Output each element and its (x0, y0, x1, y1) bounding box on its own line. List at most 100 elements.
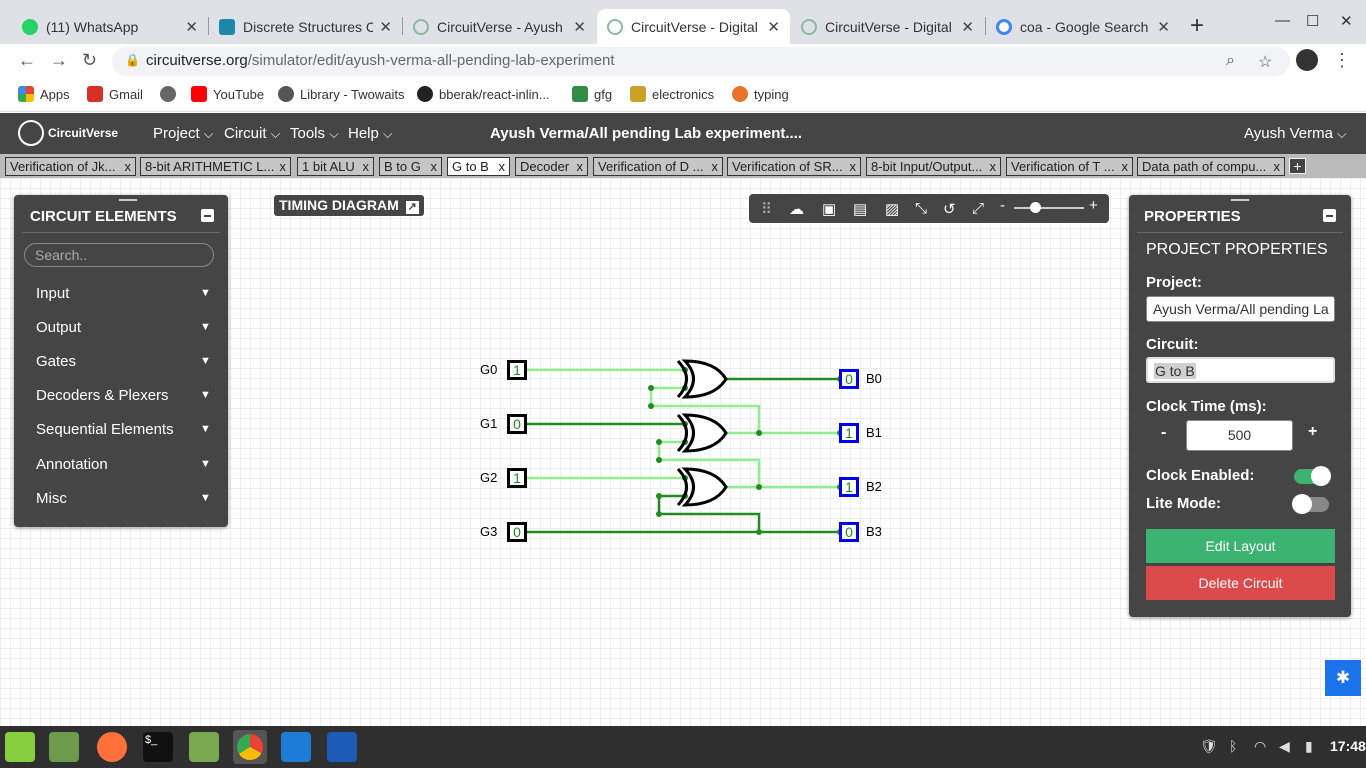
lite-mode-toggle[interactable] (1292, 494, 1329, 514)
fullscreen-icon[interactable]: ⤢ (972, 200, 984, 217)
close-icon[interactable]: x (990, 159, 997, 174)
bookmark-youtube[interactable]: YouTube (191, 86, 264, 102)
circuit-tab[interactable]: 1 bit ALU x (297, 157, 374, 176)
volume-icon[interactable]: ◀ (1279, 738, 1290, 755)
close-tab-icon[interactable]: ✕ (379, 18, 392, 36)
bookmark-gmail[interactable]: Gmail (87, 86, 143, 102)
circuitverse-logo[interactable]: CircuitVerse (18, 120, 118, 146)
close-icon[interactable]: x (1274, 159, 1281, 174)
menu-circuit[interactable]: Circuit ⌵ (224, 125, 280, 142)
close-icon[interactable]: x (363, 159, 370, 174)
browser-tab-whatsapp[interactable]: (11) WhatsApp ✕ (12, 9, 208, 44)
bookmark-electronics[interactable]: electronics (630, 86, 714, 102)
zoom-in-button[interactable]: + (1089, 197, 1098, 214)
bookmark-globe[interactable] (160, 86, 182, 102)
input-toggle-g3[interactable]: 0 (507, 522, 527, 542)
category-decoders-plexers[interactable]: Decoders & Plexers (36, 387, 169, 404)
clock-decrement-button[interactable]: - (1161, 424, 1166, 442)
delete-icon[interactable]: ▤ (853, 200, 867, 218)
battery-icon[interactable]: ▮ (1305, 738, 1313, 755)
clock-enabled-toggle[interactable] (1294, 466, 1331, 486)
circuit-name-input[interactable]: G to B (1146, 357, 1335, 383)
bookmark-gfg[interactable]: gfg (572, 86, 612, 102)
drag-handle-icon[interactable]: ⠿ (761, 200, 772, 218)
close-icon[interactable]: x (712, 159, 719, 174)
shield-icon[interactable]: 🛡 (1200, 738, 1218, 755)
input-toggle-g1[interactable]: 0 (507, 414, 527, 434)
clock[interactable]: 17:48 (1330, 738, 1366, 754)
avatar[interactable] (1296, 49, 1318, 71)
terminal-icon[interactable]: $_ (143, 732, 173, 762)
vscode-icon[interactable] (281, 732, 311, 762)
bluetooth-icon[interactable]: ᛒ (1229, 738, 1237, 754)
chevron-down-icon[interactable]: ▼ (200, 458, 211, 470)
category-output[interactable]: Output (36, 319, 81, 336)
zoom-slider[interactable] (1014, 202, 1084, 213)
circuit-tab[interactable]: Verification of Jk... x (5, 157, 136, 176)
clock-time-input[interactable]: 500 (1186, 420, 1293, 451)
bookmark-library[interactable]: Library - Twowaits (278, 86, 405, 102)
wifi-icon[interactable]: ◠ (1254, 738, 1266, 755)
circuit-tab[interactable]: Decoder x (515, 157, 588, 176)
output-probe-b1[interactable]: 1 (839, 423, 859, 443)
chevron-down-icon[interactable]: ▼ (200, 492, 211, 504)
output-probe-b2[interactable]: 1 (839, 477, 859, 497)
circuit-tab-active[interactable]: G to Bx (447, 157, 510, 176)
cloud-upload-icon[interactable]: ☁ (789, 200, 804, 218)
circuit-tab[interactable]: B to Gx (379, 157, 442, 176)
delete-circuit-button[interactable]: Delete Circuit (1146, 566, 1335, 600)
category-sequential[interactable]: Sequential Elements (36, 421, 174, 438)
close-icon[interactable]: x (280, 159, 287, 174)
minimize-icon[interactable]: — (1275, 12, 1290, 29)
firefox-icon[interactable] (97, 732, 127, 762)
drag-handle[interactable] (1231, 199, 1249, 201)
circuit-tab[interactable]: Data path of compu... x (1137, 157, 1285, 176)
back-icon[interactable]: ← (18, 50, 36, 71)
save-icon[interactable]: ▣ (822, 200, 836, 218)
add-circuit-tab-button[interactable]: + (1289, 158, 1306, 174)
circuit-tab[interactable]: 8-bit ARITHMETIC L... x (140, 157, 291, 176)
star-icon[interactable]: ☆ (1258, 52, 1272, 72)
user-menu[interactable]: Ayush Verma ⌵ (1244, 125, 1347, 142)
chevron-down-icon[interactable]: ▼ (200, 321, 211, 333)
text-editor-icon[interactable] (327, 732, 357, 762)
address-bar[interactable]: 🔒 circuitverse.org/simulator/edit/ayush-… (112, 47, 1290, 76)
close-icon[interactable]: x (1122, 159, 1129, 174)
close-icon[interactable]: x (431, 159, 438, 174)
mint-menu-icon[interactable] (5, 732, 35, 762)
close-icon[interactable]: x (577, 159, 584, 174)
menu-help[interactable]: Help ⌵ (348, 125, 393, 142)
compress-icon[interactable]: ⤡ (915, 200, 927, 217)
close-icon[interactable]: x (850, 159, 857, 174)
circuit-diagram[interactable] (470, 350, 900, 550)
drag-handle[interactable] (119, 199, 137, 201)
folder-icon[interactable] (189, 732, 219, 762)
minimize-panel-button[interactable] (1323, 209, 1336, 222)
files-icon[interactable] (49, 732, 79, 762)
close-tab-icon[interactable]: ✕ (573, 18, 586, 36)
close-icon[interactable]: x (125, 159, 132, 174)
chrome-icon[interactable] (233, 730, 267, 764)
circuit-tab[interactable]: Verification of SR... x (727, 157, 861, 176)
menu-icon[interactable]: ⋮ (1333, 50, 1351, 71)
category-gates[interactable]: Gates (36, 353, 76, 370)
category-annotation[interactable]: Annotation (36, 456, 108, 473)
project-title[interactable]: Ayush Verma/All pending Lab experiment..… (490, 125, 802, 142)
input-toggle-g0[interactable]: 1 (507, 360, 527, 380)
close-tab-icon[interactable]: ✕ (961, 18, 974, 36)
chevron-down-icon[interactable]: ▼ (200, 355, 211, 367)
close-tab-icon[interactable]: ✕ (185, 18, 198, 36)
chevron-down-icon[interactable]: ▼ (200, 287, 211, 299)
close-tab-icon[interactable]: ✕ (1157, 18, 1170, 36)
browser-tab-google[interactable]: coa - Google Search ✕ (986, 9, 1180, 44)
maximize-icon[interactable]: ☐ (1306, 12, 1319, 30)
close-window-icon[interactable]: ✕ (1340, 12, 1353, 30)
bookmark-apps[interactable]: Apps (18, 86, 70, 102)
bookmark-typing[interactable]: typing (732, 86, 789, 102)
edit-layout-button[interactable]: Edit Layout (1146, 529, 1335, 563)
zoom-slider-knob[interactable] (1030, 202, 1041, 213)
element-search-input[interactable]: Search.. (24, 243, 214, 267)
zoom-icon[interactable]: ⌕ (1226, 52, 1235, 70)
reload-icon[interactable]: ↻ (82, 50, 97, 71)
image-icon[interactable]: ▨ (885, 200, 899, 218)
